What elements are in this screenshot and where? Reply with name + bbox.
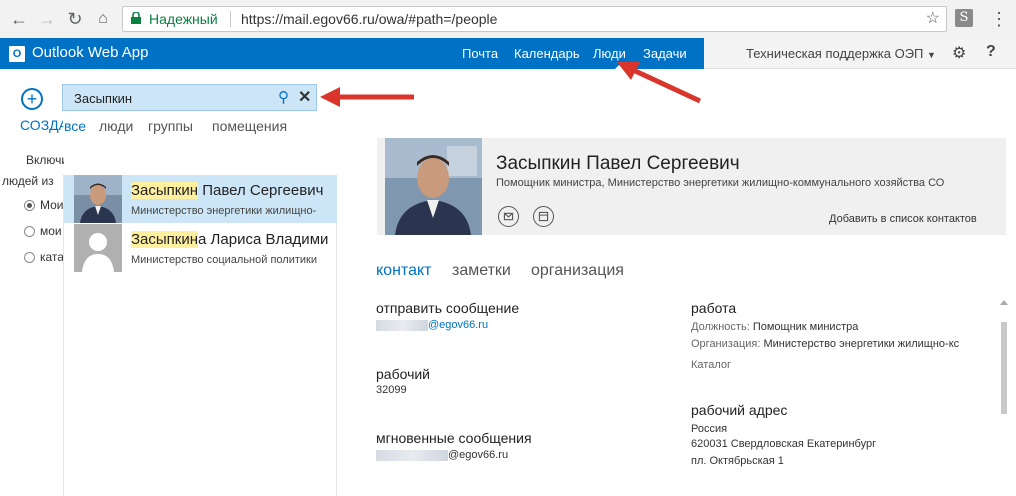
nav-tasks[interactable]: Задачи	[643, 46, 687, 61]
nav-people[interactable]: Люди	[593, 46, 626, 61]
work-phone-value: 32099	[376, 384, 407, 396]
help-icon[interactable]: ?	[986, 43, 996, 61]
radio-label: Мои	[40, 198, 64, 212]
position-value: Помощник министра	[752, 321, 859, 333]
browser-toolbar: ← → ↻ ⌂ Надежный https://mail.egov66.ru/…	[0, 0, 1016, 39]
send-message-label[interactable]: отправить сообщение	[376, 300, 519, 316]
address-label: рабочий адрес	[691, 402, 788, 418]
outlook-logo-icon: O	[9, 46, 25, 62]
user-menu[interactable]: Техническая поддержка ОЭП ▼	[746, 46, 936, 61]
people-from-label: людей из	[2, 174, 54, 188]
work-phone-label: рабочий	[376, 366, 431, 382]
scrollbar[interactable]	[1000, 300, 1008, 496]
result-name-rest: Павел Сергеевич	[198, 182, 324, 199]
filter-people[interactable]: люди	[99, 118, 133, 134]
contact-photo	[385, 138, 482, 235]
lock-icon	[131, 12, 141, 24]
contact-title: Помощник министра, Министерство энергети…	[496, 177, 945, 189]
list-item[interactable]: Засыпкина Лариса Владими Министерство со…	[64, 224, 337, 272]
radio-option-2[interactable]: мои	[24, 224, 64, 238]
scroll-up-arrow-icon[interactable]	[1000, 300, 1008, 305]
active-nav-indicator	[614, 65, 624, 70]
result-name-rest: а Лариса Владими	[198, 231, 329, 248]
address-bar[interactable]: Надежный https://mail.egov66.ru/owa/#pat…	[122, 6, 947, 32]
radio-label: каталог	[40, 250, 64, 264]
chevron-down-icon: ▼	[927, 50, 936, 60]
url-text[interactable]: https://mail.egov66.ru/owa/#path=/people	[241, 7, 497, 31]
search-results-list: Засыпкин Павел Сергеевич Министерство эн…	[63, 175, 337, 496]
app-title: Outlook Web App	[32, 44, 149, 61]
nav-mail[interactable]: Почта	[462, 46, 498, 61]
catalog-label: Каталог	[691, 359, 731, 371]
bookmark-star-icon[interactable]: ☆	[926, 7, 940, 31]
mail-icon[interactable]	[498, 206, 519, 227]
secure-label: Надежный	[149, 11, 218, 27]
radio-option-1[interactable]: Мои	[24, 198, 64, 212]
radio-option-3[interactable]: каталог	[24, 250, 64, 264]
nav-calendar[interactable]: Календарь	[514, 46, 580, 61]
back-arrow-icon[interactable]: ←	[8, 8, 30, 30]
im-label: мгновенные сообщения	[376, 430, 532, 446]
radio-button[interactable]	[24, 200, 35, 212]
contact-name: Засыпкин Павел Сергеевич	[496, 153, 740, 174]
browser-menu-icon[interactable]: ⋮	[990, 6, 1008, 32]
radio-label: мои	[40, 224, 62, 238]
avatar-placeholder	[74, 224, 122, 272]
result-name-match: Засыпкин	[131, 182, 199, 199]
include-label: Включить	[26, 153, 64, 167]
extension-icon[interactable]: S	[955, 9, 973, 27]
redacted-block	[376, 319, 428, 331]
tab-organization[interactable]: организация	[531, 262, 624, 280]
reload-icon[interactable]: ↻	[64, 8, 86, 30]
position-label: Должность:	[691, 321, 750, 333]
org-label: Организация:	[691, 338, 761, 350]
filter-rooms[interactable]: помещения	[212, 118, 287, 134]
radio-button[interactable]	[24, 226, 35, 238]
owa-header: O Outlook Web App Почта Календарь Люди З…	[0, 38, 1016, 70]
search-icon[interactable]: ⚲	[278, 88, 289, 106]
email-domain: @egov66.ru	[428, 319, 489, 331]
org-value: Министерство энергетики жилищно-кс	[763, 338, 960, 350]
gear-icon[interactable]: ⚙	[952, 43, 966, 63]
user-area: Техническая поддержка ОЭП ▼ ⚙ ?	[704, 38, 1016, 69]
redacted-block	[376, 449, 448, 461]
tab-notes[interactable]: заметки	[452, 262, 511, 280]
address-separator	[230, 11, 231, 27]
address-line-2: 620031 Свердловская Екатеринбург	[691, 438, 877, 450]
org-row: Организация: Министерство энергетики жил…	[691, 338, 959, 350]
search-input[interactable]: Засыпкин	[74, 91, 132, 106]
arrow-to-people-line	[631, 67, 702, 104]
create-plus-icon[interactable]: +	[21, 88, 43, 110]
result-org: Министерство социальной политики	[131, 254, 317, 266]
avatar	[74, 175, 122, 223]
filter-groups[interactable]: группы	[148, 118, 193, 134]
scroll-thumb[interactable]	[1001, 322, 1007, 414]
address-line-3: пл. Октябрьская 1	[691, 455, 784, 467]
im-value: @egov66.ru	[376, 449, 508, 461]
search-field[interactable]: Засыпкин ⚲ ✕	[62, 84, 317, 111]
arrow-to-search-head	[320, 87, 340, 107]
result-name: Засыпкина Лариса Владими	[131, 231, 328, 248]
work-label: работа	[691, 300, 737, 316]
im-domain: @egov66.ru	[448, 449, 509, 461]
close-icon[interactable]: ✕	[298, 87, 311, 107]
contact-card-header: Засыпкин Павел Сергеевич Помощник минист…	[377, 138, 1006, 235]
calendar-icon[interactable]	[533, 206, 554, 227]
user-name: Техническая поддержка ОЭП	[746, 46, 924, 61]
home-icon[interactable]: ⌂	[92, 8, 114, 30]
result-name-match: Засыпкин	[131, 231, 199, 248]
create-button[interactable]: СОЗДАТЬ	[20, 117, 63, 133]
add-to-contacts-link[interactable]: Добавить в список контактов	[829, 213, 977, 225]
email-value[interactable]: @egov66.ru	[376, 319, 488, 331]
address-line-1: Россия	[691, 423, 728, 435]
radio-button[interactable]	[24, 252, 35, 264]
filter-all[interactable]: все	[64, 118, 86, 134]
position-row: Должность: Помощник министра	[691, 321, 858, 333]
list-item[interactable]: Засыпкин Павел Сергеевич Министерство эн…	[64, 175, 337, 223]
tab-contact[interactable]: контакт	[376, 262, 431, 280]
forward-arrow-icon[interactable]: →	[36, 8, 58, 30]
result-name: Засыпкин Павел Сергеевич	[131, 182, 323, 199]
result-org: Министерство энергетики жилищно-	[131, 205, 317, 217]
